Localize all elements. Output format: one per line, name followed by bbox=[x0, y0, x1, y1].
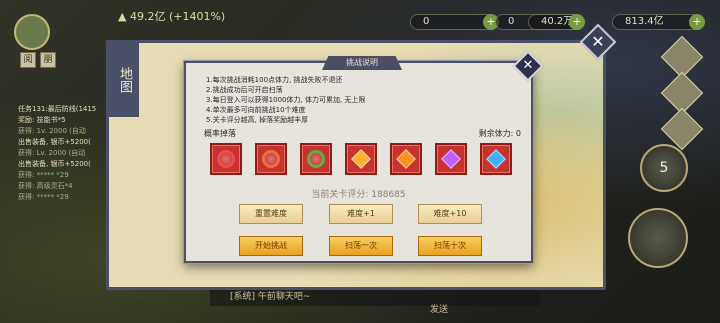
drop-items bbox=[210, 143, 516, 177]
friends-button[interactable]: 朋 bbox=[40, 52, 56, 68]
rule-item: 4.单次最多可向前挑战10个难度 bbox=[206, 106, 306, 114]
rule-item: 5.关卡评分越高, 掉落奖励越丰厚 bbox=[206, 116, 309, 124]
power-up-arrow-icon: ▲ bbox=[118, 10, 130, 23]
stamina-label: 剩余体力: bbox=[478, 129, 514, 138]
close-icon: ✕ bbox=[522, 58, 534, 73]
difficulty-plus-1-button[interactable]: 难度+1 bbox=[329, 204, 393, 224]
resource-silver: 40.2万 + bbox=[528, 14, 585, 30]
dialog-title: 挑战说明 bbox=[322, 56, 402, 70]
drop-item[interactable] bbox=[345, 143, 377, 175]
earth-orb-icon bbox=[262, 150, 280, 168]
send-button[interactable]: 发送 bbox=[430, 302, 448, 315]
rule-item: 2.挑战成功后可开启扫荡 bbox=[206, 86, 283, 94]
reset-difficulty-button[interactable]: 重置难度 bbox=[239, 204, 303, 224]
leaf-orb-icon bbox=[307, 150, 325, 168]
drop-item[interactable] bbox=[255, 143, 287, 175]
close-icon: ✕ bbox=[591, 32, 605, 51]
player-avatar[interactable] bbox=[14, 14, 50, 50]
drop-item[interactable] bbox=[300, 143, 332, 175]
score-value: 188685 bbox=[371, 190, 406, 200]
chat-bar[interactable]: [系统] 午前聊天吧~ bbox=[210, 288, 540, 306]
attack-button[interactable] bbox=[628, 208, 688, 268]
drop-item[interactable] bbox=[390, 143, 422, 175]
drop-label: 概率掉落 bbox=[204, 129, 236, 138]
sweep-ten-button[interactable]: 扫荡十次 bbox=[418, 236, 482, 256]
orange-gem-icon bbox=[351, 149, 371, 169]
purple-gem-icon bbox=[441, 149, 461, 169]
resource-gold: 813.4亿 + bbox=[612, 14, 705, 30]
sweep-once-button[interactable]: 扫荡一次 bbox=[329, 236, 393, 256]
map-tab[interactable]: 地图 bbox=[109, 43, 139, 117]
stamina-display: 剩余体力: 0 bbox=[479, 128, 521, 139]
drop-item[interactable] bbox=[210, 143, 242, 175]
add-resource-icon[interactable]: + bbox=[569, 14, 585, 30]
rule-item: 3.每日登入可以获得1000体力, 体力可累加, 无上限 bbox=[206, 96, 366, 104]
difficulty-plus-10-button[interactable]: 难度+10 bbox=[418, 204, 482, 224]
drop-item[interactable] bbox=[480, 143, 512, 175]
add-resource-icon[interactable]: + bbox=[689, 14, 705, 30]
stage-score: 当前关卡评分: 188685 bbox=[186, 187, 531, 200]
drop-item[interactable] bbox=[435, 143, 467, 175]
amber-gem-icon bbox=[396, 149, 416, 169]
stamina-value: 0 bbox=[515, 129, 521, 138]
skill-button[interactable]: 5 bbox=[640, 144, 688, 192]
score-label: 当前关卡评分: bbox=[311, 190, 369, 200]
start-challenge-button[interactable]: 开始挑战 bbox=[239, 236, 303, 256]
challenge-dialog: 挑战说明 ✕ 1.每次挑战消耗100点体力, 挑战失败不退还 2.挑战成功后可开… bbox=[184, 50, 544, 263]
rule-item: 1.每次挑战消耗100点体力, 挑战失败不退还 bbox=[206, 76, 343, 84]
fire-orb-icon bbox=[217, 150, 235, 168]
power-gain-text: ▲ 49.2亿 (+1401%) bbox=[118, 10, 226, 23]
blue-gem-icon bbox=[486, 149, 506, 169]
rules-list: 1.每次挑战消耗100点体力, 挑战失败不退还 2.挑战成功后可开启扫荡 3.每… bbox=[206, 75, 526, 125]
resource-1: 0 + bbox=[410, 14, 499, 30]
read-button[interactable]: 阅 bbox=[20, 52, 36, 68]
